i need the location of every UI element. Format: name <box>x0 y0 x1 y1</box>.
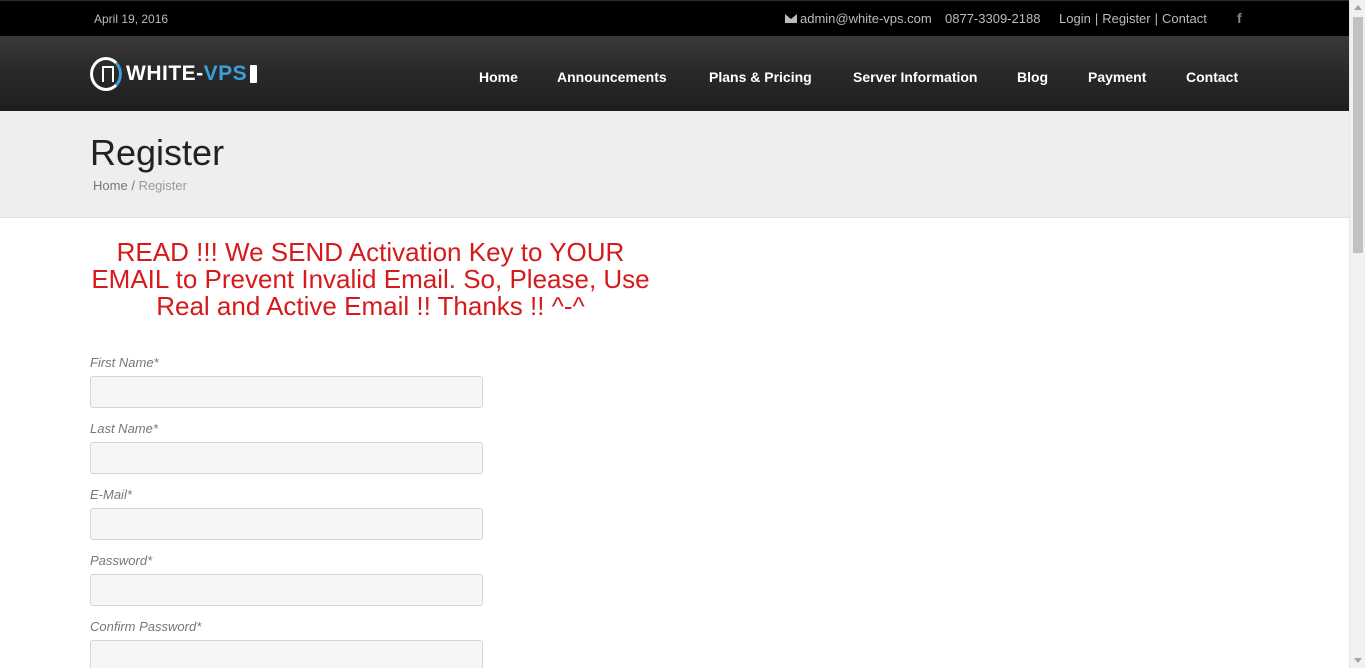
scroll-up-icon[interactable] <box>1354 5 1362 10</box>
nav-home[interactable]: Home <box>479 69 518 85</box>
register-link[interactable]: Register <box>1102 11 1150 26</box>
nav-server-information[interactable]: Server Information <box>853 69 977 85</box>
activation-notice: READ !!! We SEND Activation Key to YOUR … <box>91 237 650 321</box>
facebook-icon[interactable]: f <box>1237 10 1242 26</box>
email-input[interactable] <box>90 508 483 540</box>
envelope-icon <box>785 14 797 23</box>
form-field: Last Name* <box>90 421 483 474</box>
top-bar: April 19, 2016 admin@white-vps.com 0877-… <box>0 0 1349 36</box>
date-text: April 19, 2016 <box>94 12 169 26</box>
last-name-input[interactable] <box>90 442 483 474</box>
first-name-label: First Name* <box>90 355 159 370</box>
nav-blog[interactable]: Blog <box>1017 69 1048 85</box>
page-title: Register <box>90 132 225 173</box>
site-logo[interactable]: WHITE-VPS <box>90 56 258 92</box>
confirm-password-input[interactable] <box>90 640 483 668</box>
breadcrumb-current: Register <box>138 178 187 193</box>
first-name-input[interactable] <box>90 376 483 408</box>
separator: | <box>1154 11 1159 26</box>
scroll-down-icon[interactable] <box>1354 658 1362 663</box>
page-title-band: Register Home / Register <box>0 111 1349 218</box>
scrollbar-thumb[interactable] <box>1353 17 1363 253</box>
logo-tag-icon <box>250 65 258 83</box>
separator: | <box>1094 11 1099 26</box>
breadcrumb-home[interactable]: Home <box>93 178 128 193</box>
contact-link[interactable]: Contact <box>1162 11 1207 26</box>
email-link[interactable]: admin@white-vps.com <box>785 11 932 26</box>
nav-contact[interactable]: Contact <box>1186 69 1238 85</box>
password-label: Password* <box>90 553 153 568</box>
nav-announcements[interactable]: Announcements <box>557 69 667 85</box>
form-field: E-Mail* <box>90 487 483 540</box>
form-field: First Name* <box>90 355 483 408</box>
email-label: E-Mail* <box>90 487 132 502</box>
form-field: Confirm Password* <box>90 619 483 668</box>
email-text[interactable]: admin@white-vps.com <box>800 11 932 26</box>
form-field: Password* <box>90 553 483 606</box>
password-input[interactable] <box>90 574 483 606</box>
nav-payment[interactable]: Payment <box>1088 69 1146 85</box>
confirm-password-label: Confirm Password* <box>90 619 202 634</box>
account-links: Login | Register | Contact <box>1059 11 1207 26</box>
breadcrumb: Home / Register <box>93 178 187 193</box>
register-form: First Name* Last Name* E-Mail* Password*… <box>90 355 483 668</box>
phone-text: 0877-3309-2188 <box>945 11 1041 26</box>
nav-plans-pricing[interactable]: Plans & Pricing <box>709 69 812 85</box>
page-scrollbar[interactable] <box>1349 0 1365 668</box>
logo-mark-icon <box>90 57 122 91</box>
last-name-label: Last Name* <box>90 421 158 436</box>
logo-wordmark: WHITE-VPS <box>126 62 248 85</box>
breadcrumb-separator: / <box>131 178 135 193</box>
login-link[interactable]: Login <box>1059 11 1091 26</box>
site-header: WHITE-VPS Home Announcements Plans & Pri… <box>0 36 1349 111</box>
